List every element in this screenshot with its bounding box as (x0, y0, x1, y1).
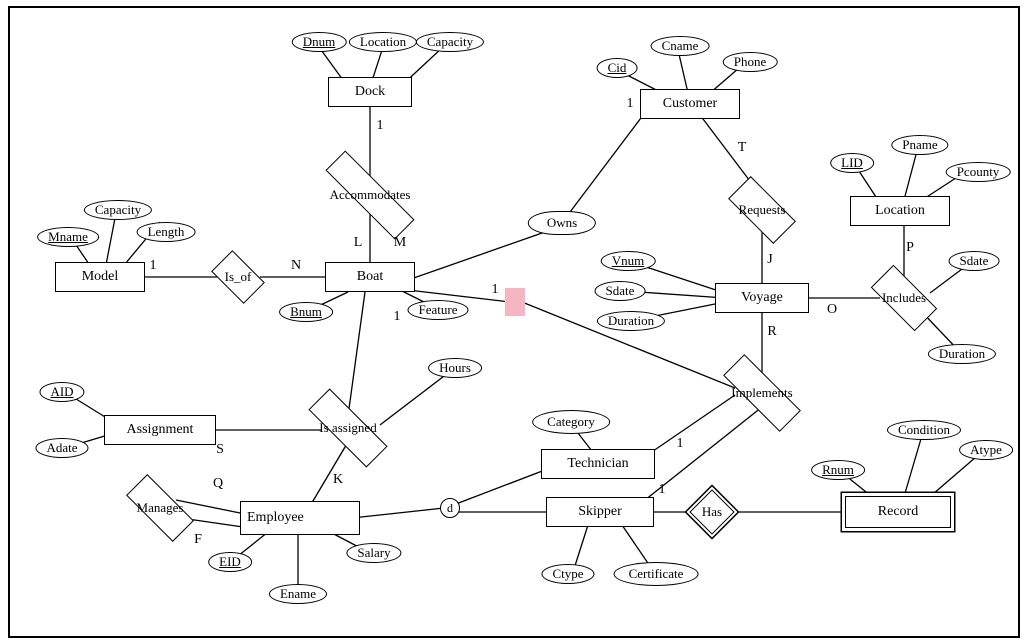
attr-bnum: Bnum (279, 302, 333, 322)
card-O: O (827, 302, 837, 318)
card-T: T (738, 140, 747, 156)
attr-dnum: Dnum (292, 32, 347, 52)
entity-boat: Boat (325, 262, 415, 292)
entity-voyage: Voyage (715, 283, 809, 313)
attr-atype: Atype (959, 440, 1013, 460)
card-L: L (354, 235, 363, 251)
attr-mname: Mname (37, 227, 99, 247)
card-J: J (767, 252, 772, 268)
card-N: N (291, 258, 301, 274)
attr-ctype: Ctype (541, 564, 594, 584)
attr-eid: EID (208, 552, 252, 572)
card-dock-1: 1 (377, 118, 384, 134)
entity-location: Location (850, 196, 950, 226)
card-cust-1: 1 (627, 96, 634, 112)
attr-vnum: Vnum (601, 251, 656, 271)
card-boat-1: 1 (394, 309, 401, 325)
entity-customer: Customer (640, 89, 740, 119)
entity-skipper: Skipper (546, 497, 654, 527)
attr-vsdate: Sdate (595, 281, 646, 301)
attr-model-capacity: Capacity (84, 200, 152, 220)
attr-salary: Salary (346, 543, 401, 563)
edges-layer (0, 0, 1024, 644)
attr-pname: Pname (891, 135, 948, 155)
card-Q: Q (213, 476, 223, 492)
attr-phone: Phone (723, 52, 778, 72)
attr-hours: Hours (428, 358, 482, 378)
card-boat-owns-1: 1 (492, 282, 499, 298)
entity-technician: Technician (541, 449, 655, 479)
attr-includes-sdate: Sdate (949, 251, 1000, 271)
card-R: R (767, 324, 776, 340)
entity-dock: Dock (328, 77, 412, 107)
card-F: F (194, 532, 202, 548)
attr-cid: Cid (597, 58, 638, 78)
attr-dock-capacity: Capacity (416, 32, 484, 52)
card-S: S (216, 442, 224, 458)
attr-aid: AID (39, 382, 84, 402)
attr-includes-duration: Duration (928, 344, 996, 364)
attr-feature: Feature (408, 300, 469, 320)
attr-pcounty: Pcounty (946, 162, 1011, 182)
attr-cname: Cname (651, 36, 710, 56)
card-model-1: 1 (150, 258, 157, 274)
attr-rnum: Rnum (811, 460, 865, 480)
attr-ename: Ename (269, 584, 327, 604)
card-M: M (394, 235, 406, 251)
card-skip-1: 1 (659, 482, 666, 498)
specialization-d: d (440, 498, 460, 518)
entity-assignment: Assignment (104, 415, 216, 445)
pink-box (505, 288, 525, 316)
attr-length: Length (137, 222, 196, 242)
attr-dock-location: Location (349, 32, 417, 52)
entity-record: Record (845, 496, 951, 528)
entity-model: Model (55, 262, 145, 292)
card-P: P (906, 240, 914, 256)
attr-adate: Adate (35, 438, 88, 458)
attr-certificate: Certificate (614, 562, 699, 586)
rel-owns: Owns (528, 211, 596, 235)
attr-condition: Condition (887, 420, 961, 440)
attr-lid: LID (830, 153, 874, 173)
attr-vduration: Duration (597, 311, 665, 331)
card-tech-1: 1 (677, 436, 684, 452)
entity-employee: Employee (240, 501, 360, 535)
card-K: K (333, 472, 343, 488)
attr-category: Category (532, 410, 610, 434)
